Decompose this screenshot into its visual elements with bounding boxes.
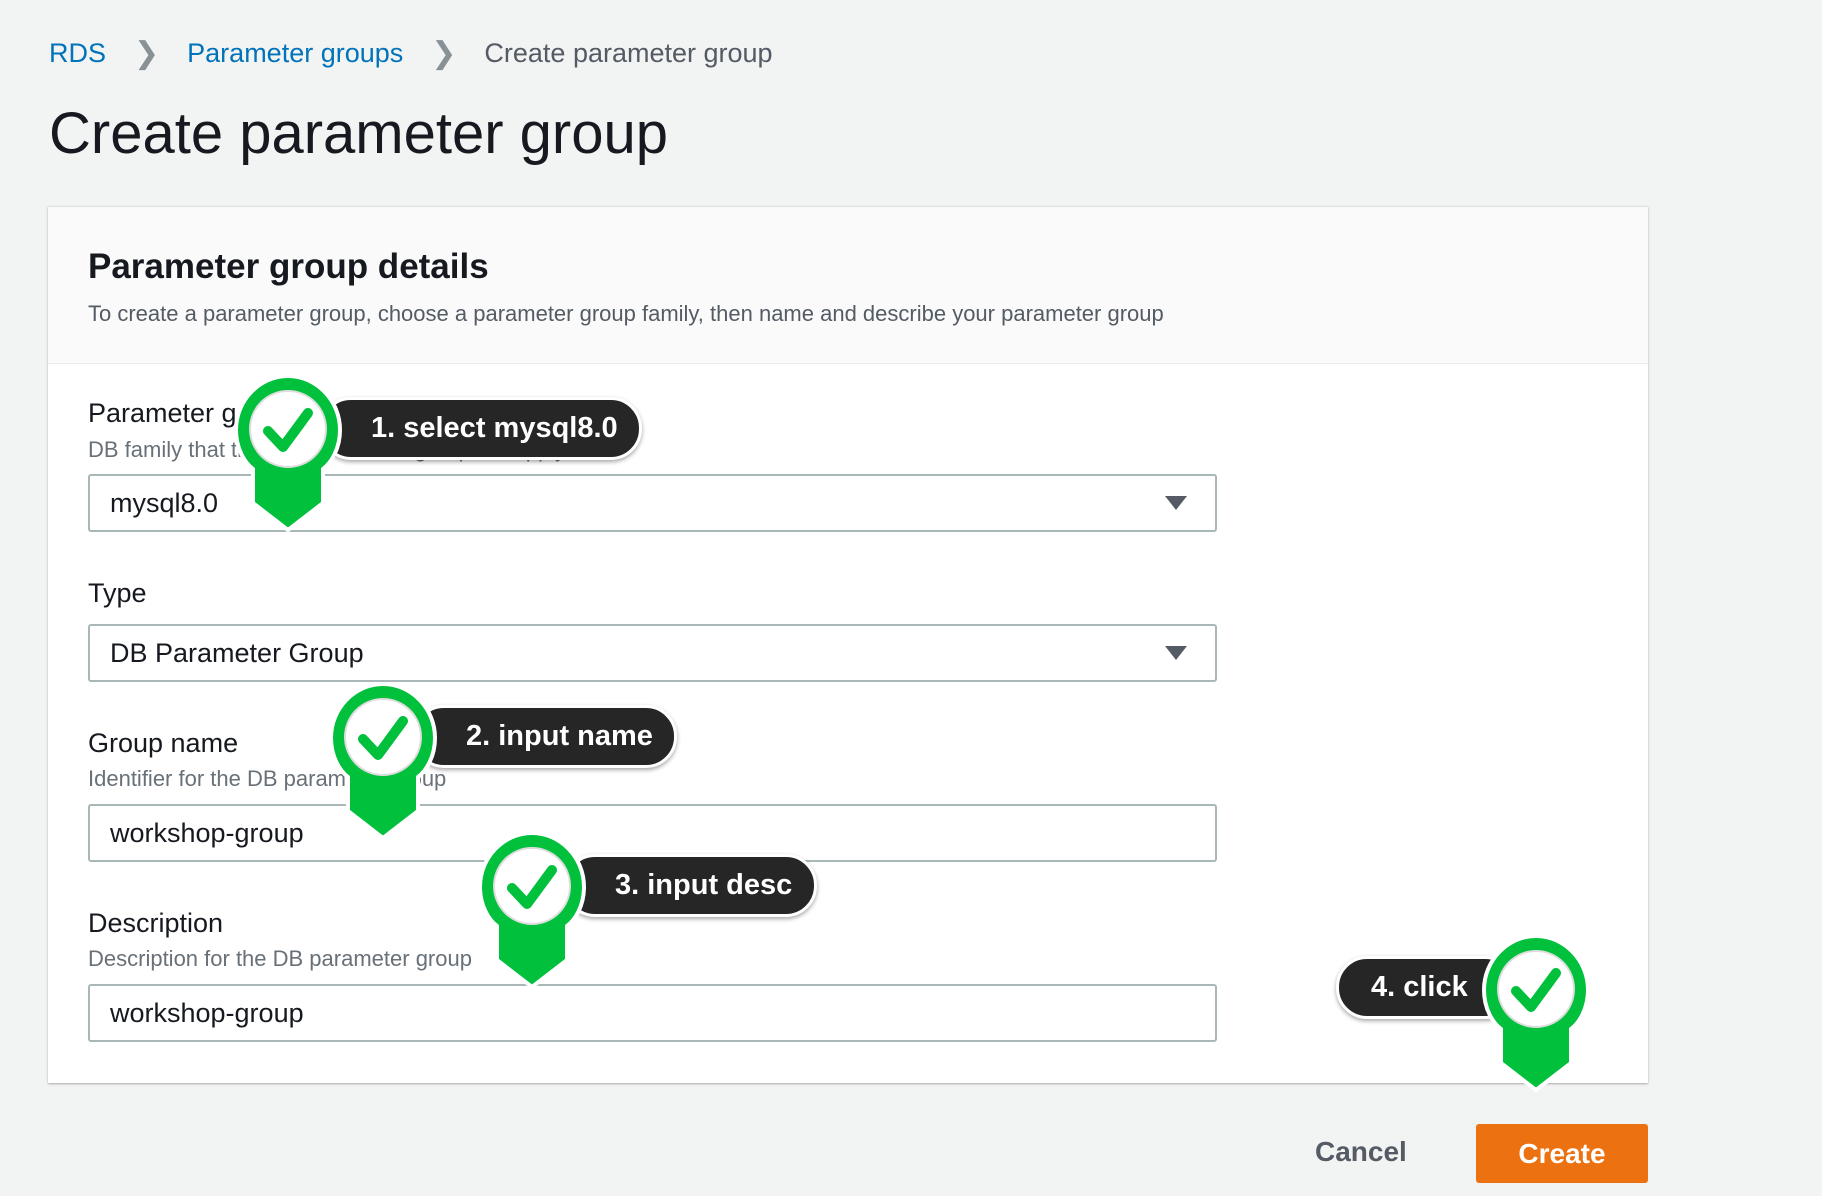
- page-title: Create parameter group: [49, 101, 668, 166]
- chevron-right-icon: ❯: [134, 37, 160, 70]
- check-marker-icon: [228, 373, 348, 533]
- caret-down-icon: [1165, 496, 1187, 510]
- description-value: workshop-group: [110, 997, 304, 1028]
- create-button[interactable]: Create: [1476, 1124, 1648, 1183]
- description-label: Description: [88, 908, 224, 938]
- description-description: Description for the DB parameter group: [88, 946, 472, 971]
- type-select[interactable]: DB Parameter Group: [88, 624, 1217, 682]
- check-marker-icon: [472, 830, 592, 990]
- group-name-value: workshop-group: [110, 817, 304, 848]
- chevron-right-icon: ❯: [431, 37, 457, 70]
- type-value: DB Parameter Group: [110, 637, 364, 668]
- panel-title: Parameter group details: [88, 247, 489, 286]
- cancel-button[interactable]: Cancel: [1315, 1136, 1407, 1168]
- description-input[interactable]: workshop-group: [88, 984, 1217, 1042]
- breadcrumb-parameter-groups[interactable]: Parameter groups: [187, 38, 403, 69]
- breadcrumb-current: Create parameter group: [484, 38, 773, 68]
- type-label: Type: [88, 578, 147, 608]
- annotation-bubble-3: 3. input desc: [564, 854, 817, 917]
- annotation-bubble-2: 2. input name: [413, 705, 677, 768]
- check-marker-icon: [323, 681, 443, 841]
- caret-down-icon: [1165, 646, 1187, 660]
- breadcrumb-rds[interactable]: RDS: [49, 38, 106, 69]
- breadcrumb: RDS ❯ Parameter groups ❯ Create paramete…: [49, 36, 773, 71]
- check-marker-icon: [1476, 933, 1596, 1093]
- panel-subtitle: To create a parameter group, choose a pa…: [88, 301, 1164, 326]
- family-value: mysql8.0: [110, 487, 219, 518]
- annotation-bubble-1: 1. select mysql8.0: [320, 397, 642, 460]
- group-name-label: Group name: [88, 728, 239, 758]
